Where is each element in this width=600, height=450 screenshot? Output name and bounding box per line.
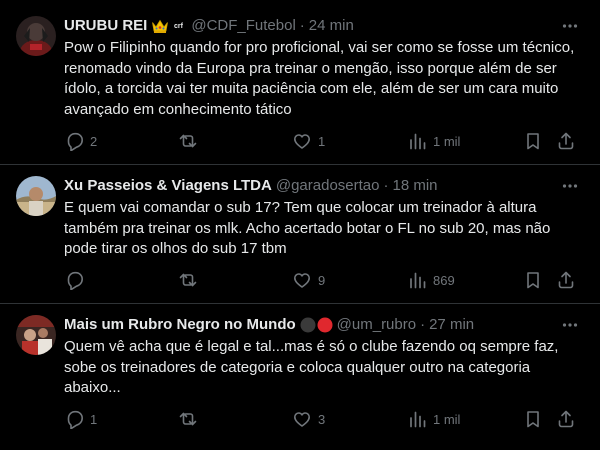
avatar[interactable] [16, 315, 56, 355]
like-button[interactable]: 3 [292, 409, 325, 429]
views-icon [407, 409, 427, 429]
bookmark-icon [523, 270, 543, 290]
heart-icon [292, 131, 312, 151]
views-count: 1 mil [433, 133, 461, 149]
tweet-header: Mais um Rubro Negro no Mundo @um_rubro ·… [64, 315, 550, 335]
user-handle[interactable]: @CDF_Futebol [191, 16, 295, 36]
heart-icon [292, 270, 312, 290]
tweet-text: Pow o Filipinho quando for pro proficion… [64, 39, 575, 118]
tweet-text: Quem vê acha que é legal e tal...mas é s… [64, 338, 559, 396]
retweet-button[interactable] [178, 270, 204, 290]
reply-button[interactable] [64, 270, 90, 290]
action-bar: 1 3 1 mil [64, 409, 584, 429]
views-icon [407, 131, 427, 151]
tweet-text: E quem vai comandar o sub 17? Tem que co… [64, 199, 551, 257]
like-button[interactable]: 9 [292, 270, 325, 290]
avatar[interactable] [16, 176, 56, 216]
share-icon [556, 270, 576, 290]
reply-count: 2 [90, 133, 98, 149]
bookmark-icon [523, 409, 543, 429]
reply-button[interactable]: 1 [64, 409, 97, 429]
more-icon[interactable] [560, 315, 580, 335]
views-count: 1 mil [433, 411, 461, 427]
bookmark-button[interactable] [523, 409, 543, 429]
user-handle[interactable]: @garadosertao [276, 176, 380, 196]
display-name[interactable]: URUBU REI [64, 16, 147, 36]
retweet-button[interactable] [178, 131, 204, 151]
tweet-feed: URUBU REI crf @CDF_Futebol · 24 min Pow … [0, 0, 600, 450]
red-circle-icon [317, 317, 333, 333]
views-button[interactable]: 1 mil [407, 131, 460, 151]
action-bar: 2 1 1 mil [64, 131, 584, 151]
bookmark-button[interactable] [523, 131, 543, 151]
black-circle-icon [300, 317, 316, 333]
like-count: 3 [318, 411, 326, 427]
reply-icon [64, 270, 84, 290]
tweet-card[interactable]: Xu Passeios & Viagens LTDA @garadosertao… [0, 165, 600, 304]
tweet-card[interactable]: Mais um Rubro Negro no Mundo @um_rubro ·… [0, 304, 600, 450]
tweet-header: Xu Passeios & Viagens LTDA @garadosertao… [64, 176, 550, 196]
like-count: 9 [318, 272, 326, 288]
bookmark-icon [523, 131, 543, 151]
user-handle[interactable]: @um_rubro [337, 315, 416, 335]
display-name[interactable]: Xu Passeios & Viagens LTDA [64, 176, 272, 196]
separator-dot: · [383, 177, 389, 194]
share-button[interactable] [556, 270, 576, 290]
like-count: 1 [318, 133, 326, 149]
tweet-header: URUBU REI crf @CDF_Futebol · 24 min [64, 16, 550, 36]
separator-dot: · [299, 17, 305, 34]
action-bar: 9 869 [64, 270, 584, 290]
display-name[interactable]: Mais um Rubro Negro no Mundo [64, 315, 296, 335]
like-button[interactable]: 1 [292, 131, 325, 151]
views-button[interactable]: 1 mil [407, 409, 460, 429]
timestamp[interactable]: 24 min [309, 16, 354, 36]
timestamp[interactable]: 18 min [392, 176, 437, 196]
views-button[interactable]: 869 [407, 270, 455, 290]
crown-icon [151, 18, 169, 34]
share-button[interactable] [556, 409, 576, 429]
reply-button[interactable]: 2 [64, 131, 97, 151]
svg-text:crf: crf [174, 23, 184, 30]
more-icon[interactable] [560, 16, 580, 36]
separator-dot: · [420, 316, 426, 333]
reply-icon [64, 409, 84, 429]
reply-icon [64, 131, 84, 151]
reply-count: 1 [90, 411, 98, 427]
retweet-icon [178, 270, 198, 290]
bookmark-button[interactable] [523, 270, 543, 290]
club-badge: crf [173, 20, 187, 32]
share-button[interactable] [556, 131, 576, 151]
heart-icon [292, 409, 312, 429]
more-icon[interactable] [560, 176, 580, 196]
share-icon [556, 409, 576, 429]
views-count: 869 [433, 272, 455, 288]
retweet-icon [178, 409, 198, 429]
retweet-icon [178, 131, 198, 151]
avatar[interactable] [16, 16, 56, 56]
retweet-button[interactable] [178, 409, 204, 429]
views-icon [407, 270, 427, 290]
share-icon [556, 131, 576, 151]
tweet-card[interactable]: URUBU REI crf @CDF_Futebol · 24 min Pow … [0, 0, 600, 165]
timestamp[interactable]: 27 min [429, 315, 474, 335]
